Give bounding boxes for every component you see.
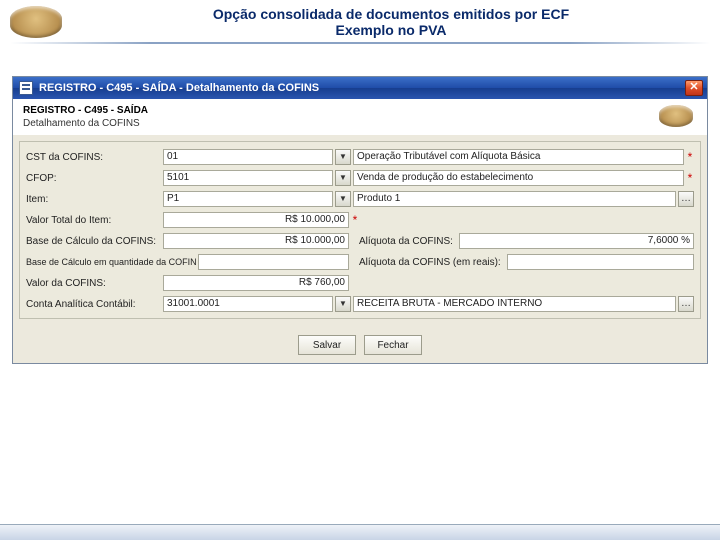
dropdown-item[interactable]: [335, 191, 351, 207]
button-row: Salvar Fechar: [13, 325, 707, 363]
input-item-desc: Produto 1: [353, 191, 676, 207]
page-header: Opção consolidada de documentos emitidos…: [0, 0, 720, 38]
input-cst-desc: Operação Tributável com Alíquota Básica: [353, 149, 684, 165]
label-valor-cofins: Valor da COFINS:: [26, 278, 161, 289]
required-marker: *: [351, 213, 359, 227]
input-conta-desc: RECEITA BRUTA - MERCADO INTERNO: [353, 296, 676, 312]
row-item: Item: P1 Produto 1: [26, 190, 694, 208]
panel-header-subtitle: Detalhamento da COFINS: [23, 118, 148, 129]
required-marker: *: [686, 171, 694, 185]
label-base-calculo: Base de Cálculo da COFINS:: [26, 236, 161, 247]
lookup-item[interactable]: [678, 191, 694, 207]
page-title-line1: Opção consolidada de documentos emitidos…: [72, 6, 710, 22]
label-item: Item:: [26, 194, 161, 205]
row-cst: CST da COFINS: 01 Operação Tributável co…: [26, 148, 694, 166]
row-base-qtd: Base de Cálculo em quantidade da COFINS:…: [26, 253, 694, 271]
dropdown-cfop[interactable]: [335, 170, 351, 186]
input-aliquota-reais[interactable]: [507, 254, 694, 270]
dropdown-cst[interactable]: [335, 149, 351, 165]
page-title-line2: Exemplo no PVA: [72, 22, 710, 38]
input-cfop-desc: Venda de produção do estabelecimento: [353, 170, 684, 186]
required-marker: *: [686, 150, 694, 164]
lookup-conta[interactable]: [678, 296, 694, 312]
app-window: REGISTRO - C495 - SAÍDA - Detalhamento d…: [12, 76, 708, 364]
input-conta-code[interactable]: 31001.0001: [163, 296, 333, 312]
document-icon: [19, 81, 33, 95]
row-cfop: CFOP: 5101 Venda de produção do estabele…: [26, 169, 694, 187]
input-cst-code[interactable]: 01: [163, 149, 333, 165]
input-cfop-code[interactable]: 5101: [163, 170, 333, 186]
header-divider: [10, 42, 710, 44]
label-base-qtd: Base de Cálculo em quantidade da COFINS:: [26, 257, 196, 267]
input-base-calculo[interactable]: R$ 10.000,00: [163, 233, 349, 249]
input-valor-total[interactable]: R$ 10.000,00: [163, 212, 349, 228]
row-valor-cofins: Valor da COFINS: R$ 760,00: [26, 274, 694, 292]
row-base-calculo: Base de Cálculo da COFINS: R$ 10.000,00 …: [26, 232, 694, 250]
label-aliquota: Alíquota da COFINS:: [351, 236, 457, 247]
window-titlebar: REGISTRO - C495 - SAÍDA - Detalhamento d…: [13, 77, 707, 99]
close-icon: ✕: [689, 81, 698, 93]
footer-bar: [0, 524, 720, 540]
dropdown-conta[interactable]: [335, 296, 351, 312]
label-cfop: CFOP:: [26, 173, 161, 184]
sped-logo: [10, 6, 62, 38]
label-aliquota-reais: Alíquota da COFINS (em reais):: [351, 257, 505, 268]
save-button[interactable]: Salvar: [298, 335, 356, 355]
label-conta: Conta Analítica Contábil:: [26, 299, 161, 310]
label-valor-total: Valor Total do Item:: [26, 215, 161, 226]
input-aliquota[interactable]: 7,6000 %: [459, 233, 694, 249]
row-conta: Conta Analítica Contábil: 31001.0001 REC…: [26, 295, 694, 313]
input-base-qtd[interactable]: [198, 254, 349, 270]
label-cst: CST da COFINS:: [26, 152, 161, 163]
form-panel: CST da COFINS: 01 Operação Tributável co…: [19, 141, 701, 319]
panel-header: REGISTRO - C495 - SAÍDA Detalhamento da …: [13, 99, 707, 135]
sped-logo-small: [659, 105, 693, 127]
close-button[interactable]: Fechar: [364, 335, 422, 355]
panel-header-title: REGISTRO - C495 - SAÍDA: [23, 105, 148, 116]
window-close-button[interactable]: ✕: [685, 80, 703, 96]
input-item-code[interactable]: P1: [163, 191, 333, 207]
input-valor-cofins[interactable]: R$ 760,00: [163, 275, 349, 291]
window-title: REGISTRO - C495 - SAÍDA - Detalhamento d…: [39, 82, 319, 94]
row-valor-total: Valor Total do Item: R$ 10.000,00 *: [26, 211, 694, 229]
